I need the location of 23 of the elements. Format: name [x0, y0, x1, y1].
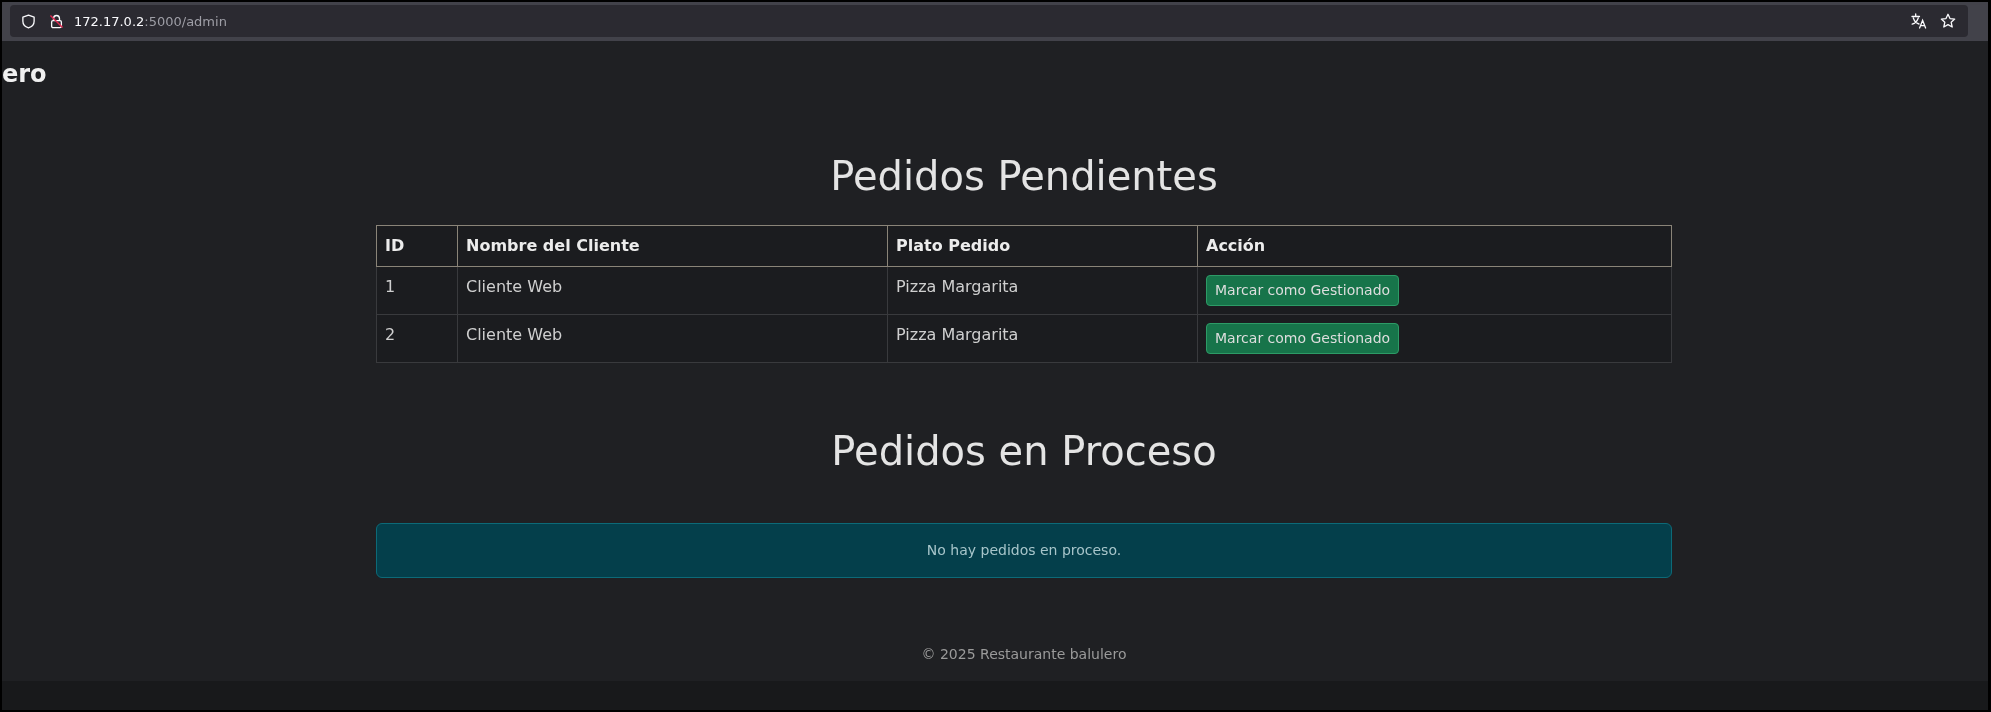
translate-icon[interactable]: [1911, 13, 1927, 29]
url-text[interactable]: 172.17.0.2:5000/admin: [74, 13, 227, 29]
bookmark-star-icon[interactable]: [1940, 13, 1956, 29]
table-cell: Cliente Web: [457, 314, 888, 363]
table-cell: Cliente Web: [457, 266, 888, 315]
table-cell: Pizza Margarita: [887, 266, 1198, 315]
section-title: Pedidos Pendientes: [829, 152, 1219, 200]
mark-handled-button[interactable]: Marcar como Gestionado: [1206, 275, 1400, 306]
column-header: Plato Pedido: [887, 225, 1198, 267]
navbar-brand[interactable]: ero: [2, 56, 47, 92]
section-title: Pedidos en Proceso: [830, 427, 1218, 475]
address-bar[interactable]: 172.17.0.2:5000/admin: [10, 5, 1968, 37]
table-cell: 1: [376, 266, 458, 315]
info-alert: No hay pedidos en proceso.: [376, 523, 1672, 578]
column-header: Nombre del Cliente: [457, 225, 888, 267]
table-cell: Pizza Margarita: [887, 314, 1198, 363]
table-cell: 2: [376, 314, 458, 363]
crossed-lock-icon[interactable]: [49, 13, 64, 29]
shield-icon[interactable]: [21, 13, 36, 29]
footer-text: © 2025 Restaurante balulero: [921, 646, 1127, 662]
mark-handled-button[interactable]: Marcar como Gestionado: [1206, 323, 1400, 354]
column-header: ID: [376, 225, 458, 267]
column-header: Acción: [1197, 225, 1672, 267]
